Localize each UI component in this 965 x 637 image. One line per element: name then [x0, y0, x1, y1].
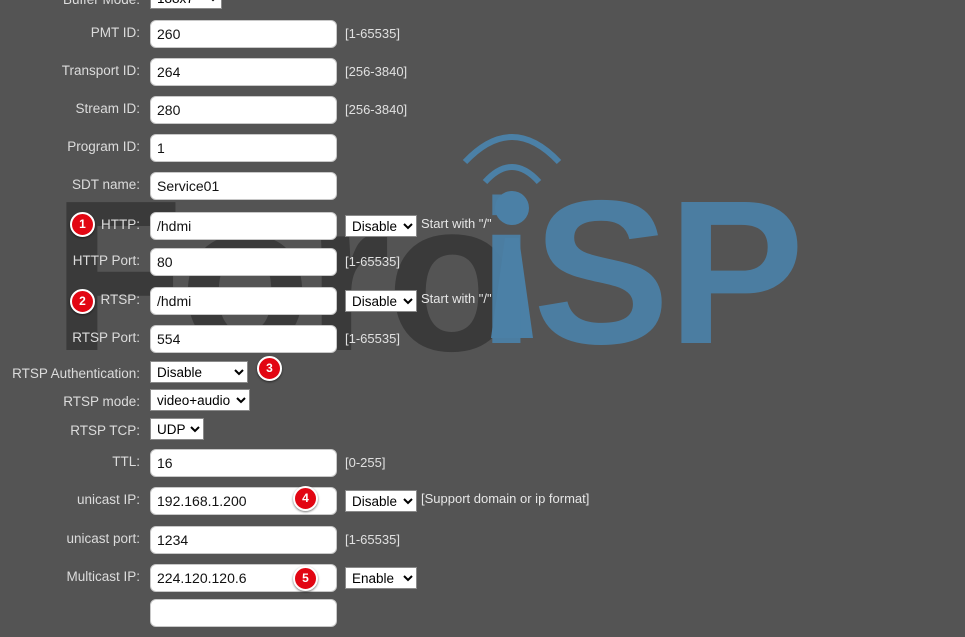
hint-http: Start with "/": [421, 216, 492, 231]
input-pmt-id[interactable]: [150, 20, 337, 48]
callout-badge-1: 1: [70, 212, 95, 237]
hint-unicast-ip: [Support domain or ip format]: [421, 491, 590, 506]
select-rtsp-mode[interactable]: DisableEnable: [345, 290, 417, 312]
control-wrap-sdt-name: [150, 172, 337, 200]
control-wrap-pmt-id: [150, 20, 337, 48]
input-unicast-port[interactable]: [150, 526, 337, 554]
range-hint-transport-id: [256-3840]: [345, 64, 408, 79]
input-transport-id[interactable]: [150, 58, 337, 86]
range-hint-unicast-port: [1-65535]: [345, 532, 400, 547]
control-wrap-http-port: [150, 248, 337, 276]
control-wrap-unicast-port: [150, 526, 337, 554]
range-hint-pmt-id: [1-65535]: [345, 26, 400, 41]
form-row-http: HTTP:DisableEnableStart with "/": [0, 212, 965, 250]
control-wrap-rtsp: DisableEnable Start with "/": [150, 287, 492, 315]
control-wrap-ttl: [150, 449, 337, 477]
input-http[interactable]: [150, 212, 337, 240]
input-http-port[interactable]: [150, 248, 337, 276]
control-wrap-http: DisableEnable Start with "/": [150, 212, 492, 240]
input-rtsp-port[interactable]: [150, 325, 337, 353]
label-rtsp-tcp: RTSP TCP:: [70, 423, 140, 438]
range-hint-ttl: [0-255]: [345, 455, 386, 470]
label-rtsp-mode: RTSP mode:: [63, 394, 140, 409]
label-ttl: TTL:: [112, 454, 140, 469]
label-unicast-ip: unicast IP:: [76, 492, 140, 507]
form-row-rtsp-port: RTSP Port: [1-65535]: [0, 325, 965, 363]
control-wrap-rtsp-tcp: UDPTCP: [150, 418, 204, 440]
label-multicast-ip: Multicast IP:: [66, 569, 140, 584]
input-sdt-name[interactable]: [150, 172, 337, 200]
range-hint-stream-id: [256-3840]: [345, 102, 408, 117]
select-rtsp-authentication[interactable]: DisableEnable: [150, 361, 248, 383]
select-unicast-ip-mode[interactable]: DisableEnable: [345, 490, 417, 512]
callout-badge-4: 4: [293, 486, 318, 511]
form-row-pmt-id: PMT ID: [1-65535]: [0, 20, 965, 58]
label-http-port: HTTP Port:: [72, 253, 140, 268]
hint-rtsp: Start with "/": [421, 291, 492, 306]
control-wrap-rtsp-port: [150, 325, 337, 353]
label-transport-id: Transport ID:: [61, 63, 140, 78]
label-sdt-name: SDT name:: [71, 177, 140, 192]
label-buffer-mode: Buffer Mode:: [0, 0, 140, 13]
label-program-id: Program ID:: [67, 139, 140, 154]
form-row-unicast-port: unicast port: [1-65535]: [0, 526, 965, 564]
form-row-unicast-ip: unicast IP: DisableEnable [Support domain …: [0, 487, 965, 525]
form-row-program-id: Program ID:: [0, 134, 965, 172]
form-row-sdt-name: SDT name:: [0, 172, 965, 210]
input-next-field[interactable]: [150, 599, 337, 627]
input-ttl[interactable]: [150, 449, 337, 477]
select-http-mode[interactable]: DisableEnable: [345, 215, 417, 237]
form-row-stream-id: Stream ID: [256-3840]: [0, 96, 965, 134]
form-row-multicast-ip: Multicast IP: DisableEnable: [0, 564, 965, 602]
control-wrap-rtsp-mode: video+audiovideoaudio: [150, 389, 250, 411]
callout-badge-5: 5: [293, 566, 318, 591]
control-wrap-buffer-mode: 188x7: [150, 0, 222, 9]
label-pmt-id: PMT ID:: [90, 25, 140, 40]
label-stream-id: Stream ID:: [75, 101, 140, 116]
input-program-id[interactable]: [150, 134, 337, 162]
select-rtsp-mode[interactable]: video+audiovideoaudio: [150, 389, 250, 411]
form-row-http-port: HTTP Port: [1-65535]: [0, 248, 965, 286]
select-buffer-mode[interactable]: 188x7: [150, 0, 222, 9]
input-stream-id[interactable]: [150, 96, 337, 124]
range-hint-rtsp-port: [1-65535]: [345, 331, 400, 346]
label-unicast-port: unicast port:: [66, 531, 140, 546]
control-wrap-program-id: [150, 134, 337, 162]
callout-badge-3: 3: [257, 356, 282, 381]
control-wrap-next-field: [150, 599, 337, 627]
label-rtsp-port: RTSP Port:: [72, 330, 140, 345]
form-row-ttl: TTL: [0-255]: [0, 449, 965, 487]
callout-badge-2: 2: [70, 289, 95, 314]
control-wrap-transport-id: [150, 58, 337, 86]
select-multicast-ip-mode[interactable]: DisableEnable: [345, 567, 417, 589]
form-row-rtsp: RTSP:DisableEnableStart with "/": [0, 287, 965, 325]
control-wrap-rtsp-authentication: DisableEnable: [150, 361, 248, 383]
form-row-transport-id: Transport ID: [256-3840]: [0, 58, 965, 96]
control-wrap-stream-id: [150, 96, 337, 124]
label-rtsp-authentication: RTSP Authentication:: [12, 366, 140, 381]
range-hint-http-port: [1-65535]: [345, 254, 400, 269]
input-rtsp[interactable]: [150, 287, 337, 315]
form-row-next-field: [0, 599, 965, 637]
select-rtsp-tcp[interactable]: UDPTCP: [150, 418, 204, 440]
